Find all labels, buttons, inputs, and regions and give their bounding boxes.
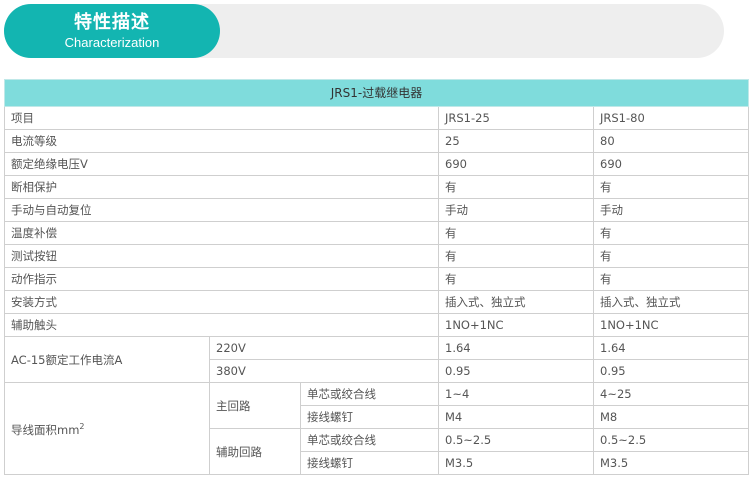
- cell-jrs1-80: 手动: [592, 198, 750, 222]
- cell-jrs1-80: 插入式、独立式: [592, 290, 750, 314]
- cell-jrs1-80: 80: [592, 129, 750, 153]
- table-row: 测试按钮 有 有: [4, 244, 750, 268]
- cell-jrs1-25: 690: [438, 152, 594, 176]
- table-row: 额定绝缘电压V 690 690: [4, 152, 750, 176]
- voltage-label: 380V: [209, 359, 439, 383]
- cell-jrs1-25: 手动: [438, 198, 594, 222]
- wire-area-label: 导线面积mm2: [4, 382, 210, 475]
- section-title-cn: 特性描述: [74, 12, 150, 33]
- cell-jrs1-80: JRS1-80: [592, 106, 750, 130]
- row-label: 手动与自动复位: [4, 198, 439, 222]
- row-label: 动作指示: [4, 267, 439, 291]
- cell-jrs1-25: 0.5~2.5: [438, 428, 594, 452]
- wire-type-label: 接线螺钉: [300, 451, 439, 475]
- cell-jrs1-25: 1.64: [438, 336, 594, 360]
- cell-jrs1-80: 有: [592, 175, 750, 199]
- cell-jrs1-25: 有: [438, 244, 594, 268]
- cell-jrs1-25: JRS1-25: [438, 106, 594, 130]
- table-row: 项目 JRS1-25 JRS1-80: [4, 106, 750, 130]
- spec-table: JRS1-过载继电器 项目 JRS1-25 JRS1-80 电流等级 25 80…: [3, 79, 750, 475]
- section-title-en: Characterization: [64, 35, 160, 50]
- table-row: 辅助触头 1NO+1NC 1NO+1NC: [4, 313, 750, 337]
- table-row: 断相保护 有 有: [4, 175, 750, 199]
- cell-jrs1-80: 有: [592, 244, 750, 268]
- cell-jrs1-80: 4~25: [592, 382, 750, 406]
- table-row: AC-15额定工作电流A 220V 1.64 1.64: [4, 336, 750, 383]
- ac15-label: AC-15额定工作电流A: [4, 336, 210, 383]
- table-row: 导线面积mm2 主回路 单芯或绞合线 1~4 4~25: [4, 382, 750, 475]
- row-label: 安装方式: [4, 290, 439, 314]
- cell-jrs1-25: 25: [438, 129, 594, 153]
- table-row: 电流等级 25 80: [4, 129, 750, 153]
- cell-jrs1-80: 0.95: [592, 359, 750, 383]
- cell-jrs1-80: 有: [592, 267, 750, 291]
- wire-type-label: 单芯或绞合线: [300, 382, 439, 406]
- cell-jrs1-25: 有: [438, 221, 594, 245]
- cell-jrs1-25: M4: [438, 405, 594, 429]
- row-label: 温度补偿: [4, 221, 439, 245]
- row-label: 额定绝缘电压V: [4, 152, 439, 176]
- table-row: 动作指示 有 有: [4, 267, 750, 291]
- cell-jrs1-80: 1NO+1NC: [592, 313, 750, 337]
- wire-area-sup: 2: [79, 422, 85, 432]
- table-row: 温度补偿 有 有: [4, 221, 750, 245]
- row-label: 辅助触头: [4, 313, 439, 337]
- wire-type-label: 单芯或绞合线: [300, 428, 439, 452]
- main-circuit-label: 主回路: [209, 382, 301, 429]
- wire-area-text: 导线面积mm: [11, 422, 80, 437]
- cell-jrs1-80: M3.5: [592, 451, 750, 475]
- cell-jrs1-25: 1~4: [438, 382, 594, 406]
- table-row: 手动与自动复位 手动 手动: [4, 198, 750, 222]
- cell-jrs1-25: 有: [438, 175, 594, 199]
- row-label: 断相保护: [4, 175, 439, 199]
- cell-jrs1-25: 有: [438, 267, 594, 291]
- section-header-pill: 特性描述 Characterization: [4, 4, 220, 58]
- row-label: 项目: [4, 106, 439, 130]
- table-row: 安装方式 插入式、独立式 插入式、独立式: [4, 290, 750, 314]
- cell-jrs1-25: 1NO+1NC: [438, 313, 594, 337]
- cell-jrs1-80: 有: [592, 221, 750, 245]
- table-title: JRS1-过载继电器: [3, 79, 750, 107]
- cell-jrs1-80: 1.64: [592, 336, 750, 360]
- cell-jrs1-25: M3.5: [438, 451, 594, 475]
- cell-jrs1-80: M8: [592, 405, 750, 429]
- cell-jrs1-25: 插入式、独立式: [438, 290, 594, 314]
- cell-jrs1-80: 690: [592, 152, 750, 176]
- wire-type-label: 接线螺钉: [300, 405, 439, 429]
- row-label: 电流等级: [4, 129, 439, 153]
- aux-circuit-label: 辅助回路: [209, 428, 301, 475]
- row-label: 测试按钮: [4, 244, 439, 268]
- cell-jrs1-25: 0.95: [438, 359, 594, 383]
- voltage-label: 220V: [209, 336, 439, 360]
- cell-jrs1-80: 0.5~2.5: [592, 428, 750, 452]
- table-title-row: JRS1-过载继电器: [3, 79, 750, 107]
